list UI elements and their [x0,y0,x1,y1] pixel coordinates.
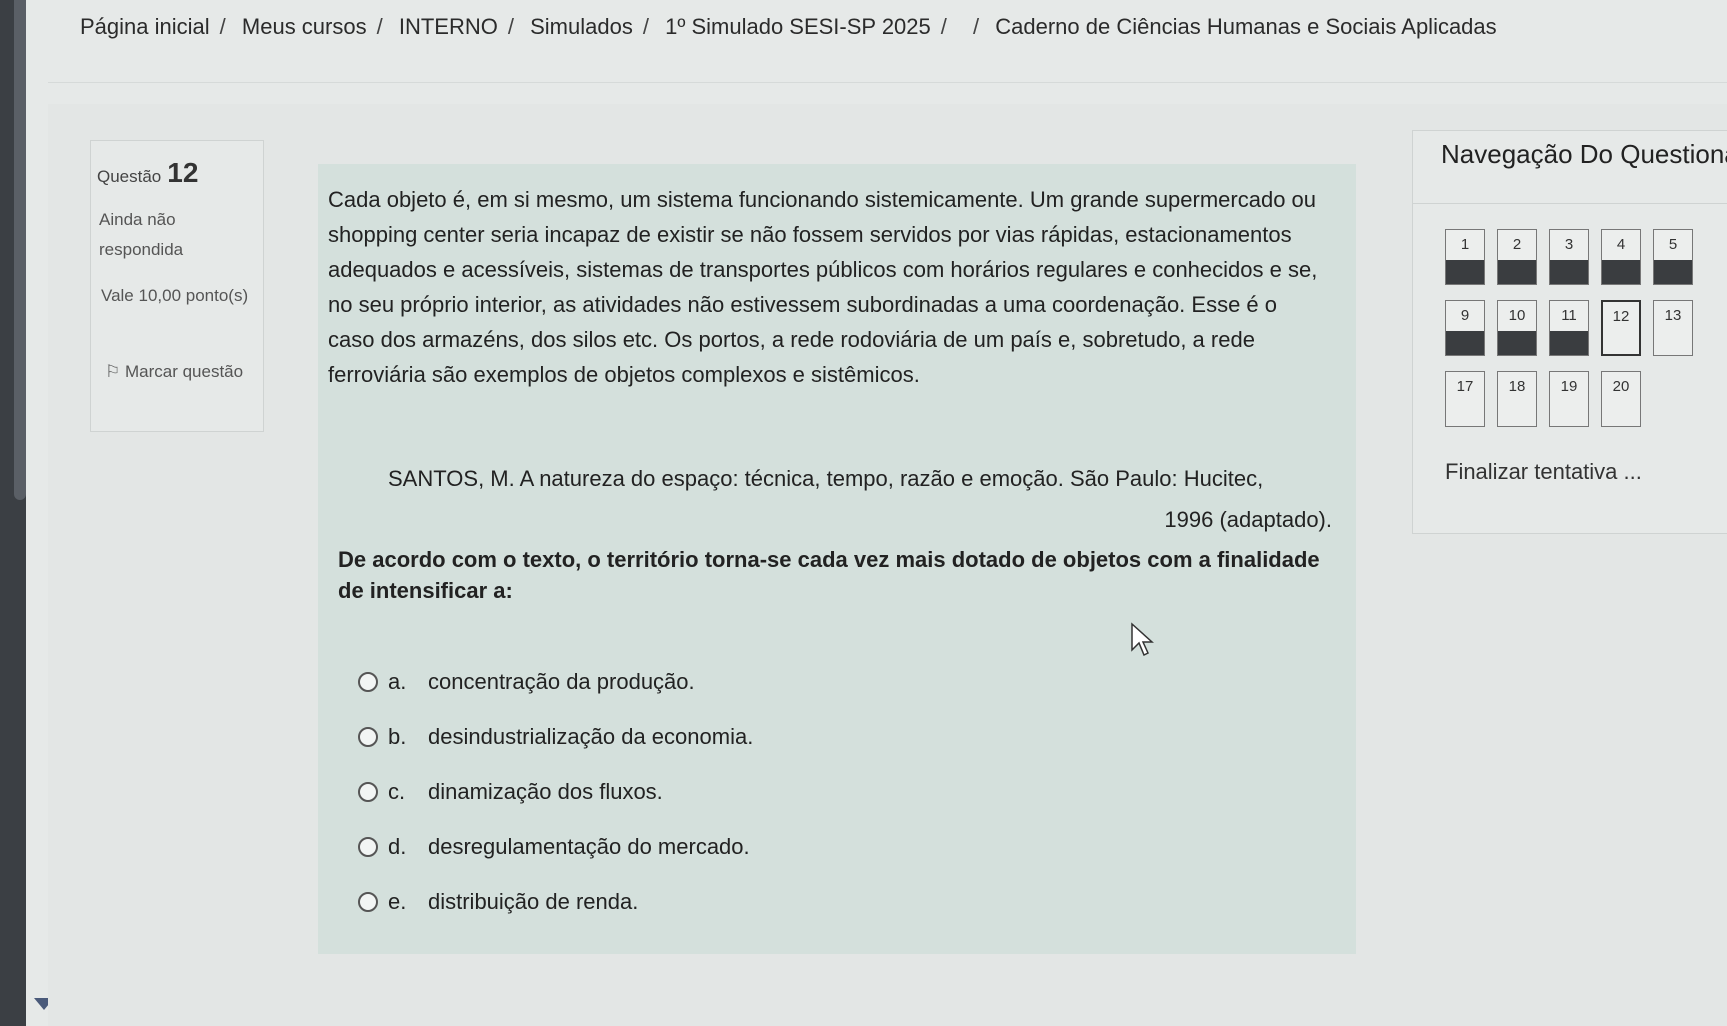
answer-option-e[interactable]: e. distribuição de renda. [358,874,753,929]
header-divider [48,82,1727,83]
quiz-nav-button-1[interactable]: 1 [1445,229,1485,285]
answered-indicator [1550,260,1588,284]
reference: SANTOS, M. A natureza do espaço: técnica… [388,458,1332,540]
answer-text: desregulamentação do mercado. [428,833,750,859]
quiz-nav-button-19[interactable]: 19 [1549,371,1589,427]
breadcrumb-separator: / [219,14,226,39]
quiz-nav-button-label: 11 [1561,307,1577,324]
breadcrumb-home[interactable]: Página inicial [80,14,210,39]
quiz-nav-button-5[interactable]: 5 [1653,229,1693,285]
radio-button[interactable] [358,671,378,692]
answered-indicator [1446,331,1484,355]
radio-button[interactable] [358,836,378,857]
answer-option-a[interactable]: a. concentração da produção. [358,654,753,709]
answer-option-b[interactable]: b. desindustrialização da economia. [358,709,753,764]
breadcrumb-separator: / [642,14,649,39]
left-scrollbar[interactable] [0,0,26,1026]
answered-indicator [1602,260,1640,284]
question-number: 12 [167,157,199,188]
breadcrumb-simulados[interactable]: Simulados [530,14,633,39]
breadcrumb-simulado[interactable]: 1º Simulado SESI-SP 2025 [665,14,931,39]
answer-text: distribuição de renda. [428,888,639,914]
radio-button[interactable] [358,781,378,802]
mouse-cursor-icon [1131,622,1154,657]
quiz-nav-button-label: 3 [1564,236,1574,253]
question-content: Cada objeto é, em si mesmo, um sistema f… [318,164,1356,954]
question-grade: Vale 10,00 ponto(s) [101,286,249,305]
breadcrumb: Página inicial / Meus cursos / INTERNO / Si… [80,14,1497,40]
quiz-nav-button-label: 4 [1616,236,1626,253]
quiz-nav-button-13[interactable]: 13 [1653,300,1693,356]
quiz-navigation-title: Navegação Do Questionário [1441,139,1727,169]
reference-line-1: SANTOS, M. A natureza do espaço: técnica… [388,466,1264,491]
answer-letter: e. [388,888,407,914]
quiz-nav-button-17[interactable]: 17 [1445,371,1485,427]
answer-letter: c. [388,778,406,804]
breadcrumb-separator: / [940,14,947,39]
quiz-nav-button-label: 19 [1560,378,1578,395]
quiz-nav-button-label: 20 [1612,378,1630,395]
quiz-nav-button-label: 1 [1460,236,1470,253]
answer-text: desindustrialização da economia. [428,723,754,749]
breadcrumb-interno[interactable]: INTERNO [399,14,498,39]
answered-indicator [1498,331,1536,355]
reference-line-2: 1996 (adaptado). [1164,507,1332,532]
quiz-nav-button-9[interactable]: 9 [1445,300,1485,356]
breadcrumb-separator: / [376,14,383,39]
answer-text: concentração da produção. [428,668,695,694]
breadcrumb-my-courses[interactable]: Meus cursos [242,14,367,39]
quiz-nav-button-label: 9 [1460,307,1470,324]
flag-question-label: Marcar questão [124,362,244,381]
finish-attempt-link[interactable]: Finalizar tentativa ... [1445,459,1642,485]
question-prompt: De acordo com o texto, o território torn… [338,547,1320,603]
question-label: Questão 12 [97,157,199,188]
answered-indicator [1550,331,1588,355]
radio-button[interactable] [358,891,378,912]
answer-letter: d. [388,833,407,859]
question-text: Cada objeto é, em si mesmo, um sistema f… [328,187,1318,387]
quiz-nav-button-label: 13 [1664,307,1682,324]
quiz-nav-button-label: 2 [1512,236,1522,253]
quiz-navigation-divider [1413,203,1727,204]
breadcrumb-separator: / [507,14,514,39]
quiz-nav-button-12[interactable]: 12 [1601,300,1641,356]
quiz-nav-button-label: 18 [1508,378,1526,395]
flag-icon: ⚐ [105,362,125,381]
quiz-nav-button-4[interactable]: 4 [1601,229,1641,285]
answered-indicator [1446,260,1484,284]
quiz-nav-button-label: 17 [1456,378,1474,395]
radio-button[interactable] [358,726,378,747]
answer-text: dinamização dos fluxos. [428,778,663,804]
question-state: Ainda não respondida [99,210,184,259]
quiz-nav-button-11[interactable]: 11 [1549,300,1589,356]
quiz-navigation: Navegação Do Questionário 12345910111213… [1412,130,1727,534]
quiz-nav-button-2[interactable]: 2 [1497,229,1537,285]
question-info-box: Questão 12 Ainda não respondida Vale 10,0… [90,140,264,432]
answer-letter: b. [388,723,407,749]
answered-indicator [1498,260,1536,284]
quiz-nav-button-10[interactable]: 10 [1497,300,1537,356]
breadcrumb-caderno[interactable]: Caderno de Ciências Humanas e Sociais Ap… [995,14,1496,39]
scrollbar-thumb[interactable] [14,0,26,500]
breadcrumb-separator: / [973,14,980,39]
quiz-nav-button-label: 12 [1612,308,1630,325]
answer-letter: a. [388,668,407,694]
answer-option-d[interactable]: d. desregulamentação do mercado. [358,819,753,874]
quiz-nav-button-18[interactable]: 18 [1497,371,1537,427]
answer-list: a. concentração da produção. b. desindustr… [358,654,753,929]
flag-question-link[interactable]: ⚐ Marcar questão [105,357,255,387]
quiz-nav-button-20[interactable]: 20 [1601,371,1641,427]
answer-option-c[interactable]: c. dinamização dos fluxos. [358,764,753,819]
answered-indicator [1654,260,1692,284]
quiz-nav-button-3[interactable]: 3 [1549,229,1589,285]
quiz-nav-button-label: 10 [1508,307,1526,324]
quiz-nav-button-label: 5 [1668,236,1678,253]
